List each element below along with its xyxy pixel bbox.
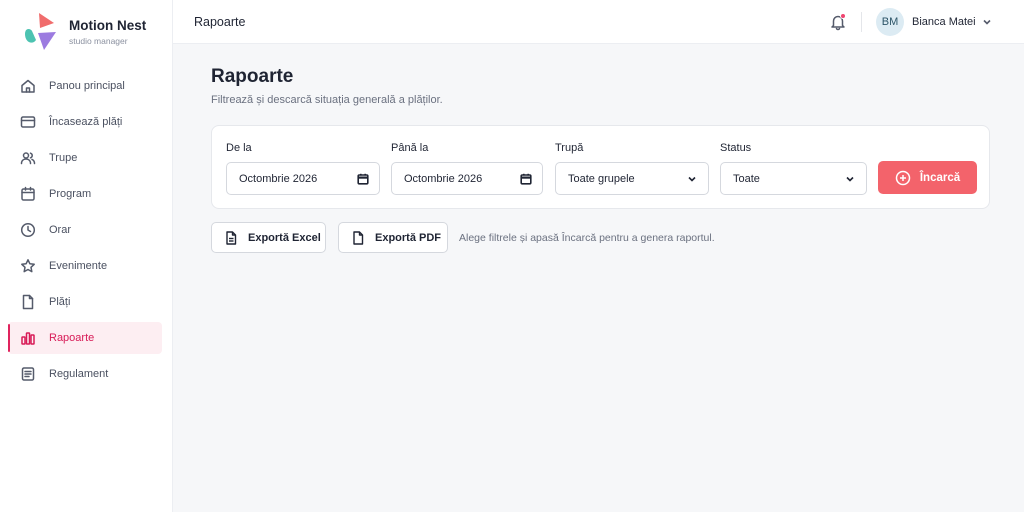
sidebar-item-label: Evenimente [49,260,108,272]
home-icon [20,78,36,94]
filter-group: Trupă Toate grupele [555,142,709,195]
wallet-icon [20,114,36,130]
sidebar-item-panou-principal[interactable]: Panou principal [8,70,162,102]
brand[interactable]: Motion Nest studio manager [22,12,167,52]
sidebar-item-rapoarte[interactable]: Rapoarte [8,322,162,354]
users-icon [20,150,36,166]
sidebar-item-incaseaza-plati[interactable]: Încasează plăți [8,106,162,138]
sidebar-item-orar[interactable]: Orar [8,214,162,246]
to-month-input[interactable]: Octombrie 2026 [391,162,543,195]
filter-status: Status Toate [720,142,867,195]
filter-card: De la Octombrie 2026 Până la Octombrie 2… [211,125,990,209]
status-select[interactable]: Toate [720,162,867,195]
load-button[interactable]: Încarcă [878,161,977,194]
export-excel-label: Exportă Excel [248,231,321,244]
group-select-value: Toate grupele [568,172,635,185]
filter-to: Până la Octombrie 2026 [391,142,543,195]
clock-icon [20,222,36,238]
sidebar-item-label: Plăți [49,296,71,308]
sidebar-item-evenimente[interactable]: Evenimente [8,250,162,282]
avatar: BM [876,8,904,36]
export-excel-button[interactable]: Exportă Excel [211,222,326,253]
filter-group-label: Trupă [555,142,584,154]
filter-from: De la Octombrie 2026 [226,142,380,195]
brand-subtitle: studio manager [69,36,128,46]
topbar-divider [861,12,862,32]
filter-from-label: De la [226,142,252,154]
status-select-value: Toate [733,172,760,185]
sidebar-nav: Panou principal Încasează plăți Trupe Pr… [8,70,162,394]
sidebar: Motion Nest studio manager Panou princip… [0,0,173,512]
notification-dot [840,13,846,19]
bar-chart-icon [20,330,36,346]
export-hint: Alege filtrele și apasă Încarcă pentru a… [459,232,715,244]
calendar-icon [20,186,36,202]
sidebar-item-label: Rapoarte [49,332,95,344]
sidebar-item-plati[interactable]: Plăți [8,286,162,318]
motion-nest-logo [25,13,56,50]
sidebar-item-regulament[interactable]: Regulament [8,358,162,390]
calendar-icon[interactable] [520,173,532,185]
page-title: Rapoarte [211,66,294,87]
document-list-icon [20,366,36,382]
sidebar-item-program[interactable]: Program [8,178,162,210]
to-month-value: Octombrie 2026 [404,172,483,185]
from-month-value: Octombrie 2026 [239,172,318,185]
file-icon [20,294,36,310]
spreadsheet-file-icon [224,230,238,245]
group-select[interactable]: Toate grupele [555,162,709,195]
topbar: Rapoarte BM Bianca Matei [173,0,1024,44]
filter-status-label: Status [720,142,752,154]
notifications-button[interactable] [829,13,847,31]
from-month-input[interactable]: Octombrie 2026 [226,162,380,195]
plus-circle-icon [895,170,911,186]
page-subtitle: Filtrează și descarcă situația generală … [211,94,443,106]
export-pdf-label: Exportă PDF [375,231,442,244]
user-menu[interactable]: BM Bianca Matei [876,8,994,36]
user-name: Bianca Matei [912,16,976,28]
brand-name: Motion Nest [69,18,147,33]
chevron-down-icon [686,173,698,185]
export-pdf-button[interactable]: Exportă PDF [338,222,448,253]
topbar-title: Rapoarte [194,15,246,29]
main-content: Rapoarte Filtrează și descarcă situația … [173,44,1024,512]
sidebar-item-label: Încasează plăți [49,116,123,128]
calendar-icon[interactable] [357,173,369,185]
filter-to-label: Până la [391,142,429,154]
sidebar-item-label: Panou principal [49,80,125,92]
sidebar-item-trupe[interactable]: Trupe [8,142,162,174]
star-icon [20,258,36,274]
file-icon [351,230,365,245]
sidebar-item-label: Program [49,188,92,200]
chevron-down-icon [982,17,992,27]
sidebar-item-label: Trupe [49,152,78,164]
chevron-down-icon [844,173,856,185]
sidebar-item-label: Orar [49,224,71,236]
sidebar-item-label: Regulament [49,368,109,380]
load-button-label: Încarcă [919,171,961,184]
